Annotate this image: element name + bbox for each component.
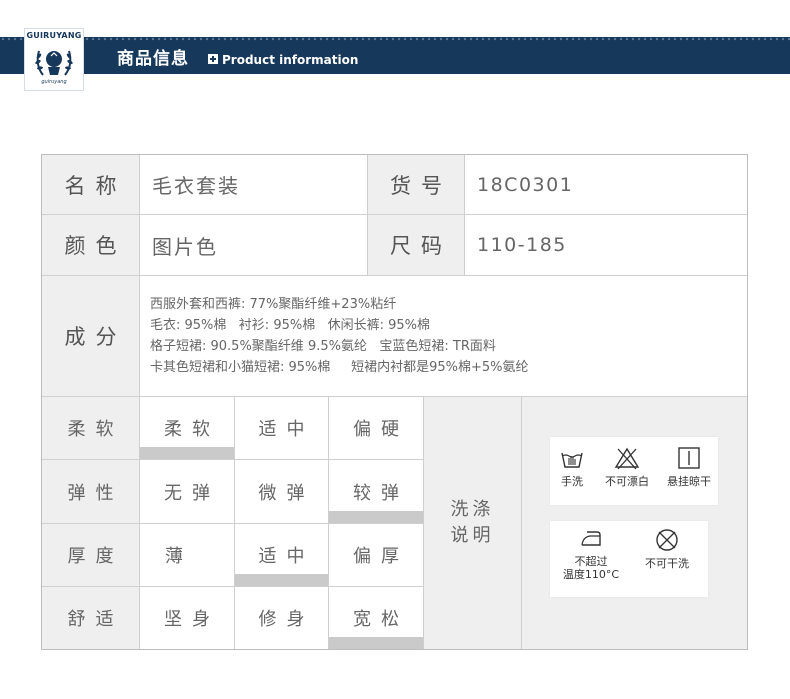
composition-label: 成分	[42, 276, 140, 397]
product-info-table: 名称 毛衣套装 货号 18C0301 颜色 图片色 尺码 110-185 成分 …	[41, 154, 748, 650]
no-bleach-icon	[614, 447, 640, 470]
sku-value: 18C0301	[465, 155, 747, 215]
composition-line: 格子短裙: 90.5%聚酯纤维 9.5%氨纶 宝蓝色短裙: TR面料	[150, 339, 496, 354]
elasticity-option: 较弹	[329, 460, 424, 524]
softness-label: 柔软	[42, 397, 140, 460]
option-label: 适中	[258, 546, 315, 567]
softness-option: 适中	[235, 397, 329, 460]
care-label: 洗涤 说明	[424, 397, 522, 649]
name-label: 名称	[42, 155, 140, 215]
composition-line: 西服外套和西裤: 77%聚酯纤维+23%粘纤	[150, 297, 397, 312]
care-item-label: 不超过 温度110°C	[562, 555, 620, 581]
care-item-label: 悬挂晾干	[667, 475, 711, 488]
option-label: 坚身	[164, 609, 220, 630]
option-label: 无弹	[164, 482, 220, 504]
option-label: 偏厚	[353, 546, 409, 567]
hang-dry-icon	[678, 447, 700, 469]
name-value: 毛衣套装	[140, 155, 368, 215]
section-subtitle: Product information	[222, 53, 359, 67]
care-item: 悬挂晾干	[660, 445, 718, 488]
option-label: 薄	[165, 546, 193, 567]
size-label: 尺码	[368, 215, 465, 276]
softness-option: 柔软	[140, 397, 235, 460]
elasticity-label: 弹性	[42, 460, 140, 524]
thickness-option: 适中	[235, 524, 329, 587]
composition-line: 卡其色短裙和小猫短裙: 95%棉 短裙内衬都是95%棉+5%氨纶	[150, 360, 529, 375]
elasticity-option: 微弹	[235, 460, 329, 524]
banner-dot-strip	[0, 37, 790, 41]
care-item-label: 手洗	[561, 475, 583, 488]
thickness-option: 偏厚	[329, 524, 424, 587]
logo-brand-text: GUIRUYANG	[26, 31, 82, 40]
section-title: 商品信息	[117, 49, 189, 69]
care-symbols-panel: 手洗 不可漂白 悬挂晾干 不超过 温度110°C 不可干洗	[522, 397, 747, 649]
selected-indicator	[140, 447, 234, 459]
fit-label: 舒适	[42, 587, 140, 649]
plus-icon	[208, 54, 218, 64]
size-value: 110-185	[465, 215, 747, 276]
care-label-line: 洗涤	[450, 499, 495, 520]
fit-option: 坚身	[140, 587, 235, 649]
no-dry-clean-icon	[656, 529, 678, 551]
care-item-label: 不可干洗	[645, 557, 689, 570]
option-label: 较弹	[353, 482, 409, 504]
thickness-label: 厚度	[42, 524, 140, 587]
care-item: 不可漂白	[596, 445, 658, 488]
color-value: 图片色	[140, 215, 368, 276]
fit-option: 修身	[235, 587, 329, 649]
softness-option: 偏硬	[329, 397, 424, 460]
care-item: 手洗	[552, 445, 592, 488]
care-label-line: 说明	[450, 525, 495, 546]
option-label: 微弹	[258, 482, 315, 504]
care-item: 不超过 温度110°C	[556, 527, 626, 581]
selected-indicator	[329, 511, 423, 523]
logo-sub-text: guiruyang	[41, 79, 67, 85]
fit-option: 宽松	[329, 587, 424, 649]
care-item-label: 不可漂白	[605, 475, 649, 488]
option-label: 偏硬	[353, 419, 409, 440]
iron-icon	[581, 531, 601, 546]
option-label: 宽松	[353, 609, 409, 630]
option-label: 柔软	[164, 419, 220, 440]
hand-wash-icon	[561, 452, 583, 468]
option-label: 修身	[258, 609, 315, 630]
selected-indicator	[235, 574, 328, 586]
thickness-option: 薄	[140, 524, 235, 587]
selected-indicator	[329, 637, 423, 649]
brand-logo: GUIRUYANG guiruyang	[24, 28, 84, 91]
care-item: 不可干洗	[636, 527, 698, 570]
composition-text: 西服外套和西裤: 77%聚酯纤维+23%粘纤 毛衣: 95%棉 衬衫: 95%棉…	[140, 276, 747, 397]
care-box-top: 手洗 不可漂白 悬挂晾干	[550, 437, 718, 505]
sku-label: 货号	[368, 155, 465, 215]
color-label: 颜色	[42, 215, 140, 276]
option-label: 适中	[258, 419, 315, 440]
composition-line: 毛衣: 95%棉 衬衫: 95%棉 休闲长裤: 95%棉	[150, 318, 431, 333]
care-box-bottom: 不超过 温度110°C 不可干洗	[550, 521, 708, 597]
elasticity-option: 无弹	[140, 460, 235, 524]
